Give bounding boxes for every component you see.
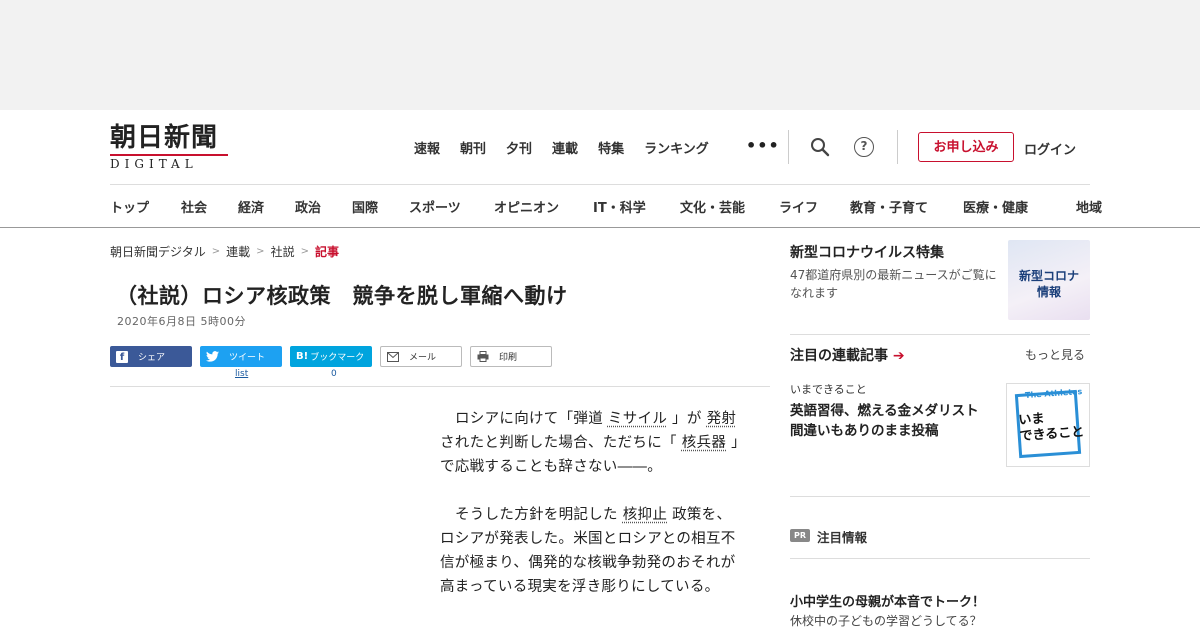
site-logo[interactable]: 朝日新聞 DIGITAL [110,123,242,171]
hatena-bookmark-count[interactable]: 0 [331,369,337,379]
top-nav-ranking[interactable]: ランキング [644,138,709,157]
mail-share-label: メール [409,353,437,363]
mail-share-button[interactable]: メール [380,346,462,367]
keyword-link[interactable]: 発射 [707,411,737,427]
keyword-link[interactable]: 核抑止 [623,507,667,523]
thumbnail-label: いま できること [1018,409,1085,445]
hatena-bookmark-icon: B! [296,351,309,362]
breadcrumb-separator: > [211,246,221,257]
print-label: 印刷 [499,353,518,363]
pr-item-title[interactable]: 小中学生の母親が本音でトーク！ [790,591,985,610]
twitter-icon [206,351,219,362]
category-region[interactable]: 地域 [1076,197,1102,216]
logo-main-text: 朝日新聞 [110,123,219,153]
header-divider-line [110,184,1090,185]
corona-feature-title[interactable]: 新型コロナウイルス特集 [790,242,944,262]
breadcrumb-rensai[interactable]: 連載 [226,243,250,260]
category-nav: トップ 社会 経済 政治 国際 スポーツ オピニオン IT・科学 文化・芸能 ラ… [110,197,1102,216]
series-item-title[interactable]: 英語習得、燃える金メダリスト 間違いもありのまま投稿 [790,401,995,441]
article-text: ロシアに向けて「弾道 [455,411,603,427]
corona-thumbnail-label: 情報 [1036,285,1061,299]
sidebar-divider [790,496,1090,497]
pr-item-desc: 休校中の子どもの学習どうしてる？ [790,614,982,628]
top-nav-choukan[interactable]: 朝刊 [460,138,486,157]
article-paragraph-2: そうした方針を明記した 核抑止 政策を、ロシアが発表した。米国とロシアとの相互不… [440,503,746,599]
featured-series-heading-text: 注目の連載記事 [790,348,888,364]
nav-bottom-line [0,227,1200,228]
category-keizai[interactable]: 経済 [238,197,295,216]
more-series-link[interactable]: もっと見る [1025,346,1085,363]
help-icon[interactable]: ? [854,137,874,157]
top-nav-sokuho[interactable]: 速報 [414,138,440,157]
print-icon [477,351,489,362]
article-text: されたと判断した場合、ただちに「 [440,435,677,451]
category-life[interactable]: ライフ [779,197,850,216]
corona-feature-desc: 47都道府県別の最新ニュースがご覧になれます [790,268,997,300]
featured-series-heading[interactable]: 注目の連載記事 ➔ [790,345,905,365]
sidebar-divider [790,334,1090,335]
category-health[interactable]: 医療・健康 [963,197,1076,216]
category-opinion[interactable]: オピニオン [494,197,593,216]
category-top[interactable]: トップ [110,197,181,216]
category-it-science[interactable]: IT・科学 [593,197,680,216]
print-button[interactable]: 印刷 [470,346,552,367]
header-divider [788,130,789,164]
series-item-tag: いまできること [790,383,867,396]
search-icon[interactable] [810,137,830,157]
article-date: 2020年6月8日 5時00分 [117,315,246,328]
apply-button[interactable]: お申し込み [918,132,1014,162]
breadcrumb-home[interactable]: 朝日新聞デジタル [110,243,206,260]
hatena-bookmark-label: ブックマーク [310,353,365,363]
category-culture[interactable]: 文化・芸能 [680,197,779,216]
breadcrumb-separator: > [256,246,265,257]
keyword-link[interactable]: 核兵器 [682,435,726,451]
mail-icon [387,351,399,362]
twitter-share-label: ツイート [229,353,266,363]
breadcrumb-shasetsu[interactable]: 社説 [271,243,295,260]
hatena-bookmark-button[interactable]: B! ブックマーク [290,346,372,367]
breadcrumb: 朝日新聞デジタル > 連載 > 社説 > 記事 [110,243,339,260]
article-text: 」が [672,411,702,427]
sidebar-divider [790,558,1090,559]
top-nav-yuukan[interactable]: 夕刊 [506,138,532,157]
corona-feature-thumbnail[interactable]: 新型コロナ 情報 [1008,240,1090,320]
keyword-link[interactable]: ミサイル [608,411,667,427]
category-education[interactable]: 教育・子育て [850,197,963,216]
pr-heading: 注目情報 [817,530,868,545]
twitter-share-button[interactable]: ツイート [200,346,282,367]
category-seiji[interactable]: 政治 [295,197,352,216]
login-button[interactable]: ログイン [1024,139,1076,158]
pr-badge: PR [790,529,810,542]
series-item-thumbnail[interactable]: The Athletes いま できること [1006,383,1090,467]
category-shakai[interactable]: 社会 [181,197,238,216]
top-nav-tokushu[interactable]: 特集 [598,138,624,157]
top-nav: 速報 朝刊 夕刊 連載 特集 ランキング [414,138,709,157]
top-nav-rensai[interactable]: 連載 [552,138,578,157]
article-divider-line [110,386,770,387]
more-menu-icon[interactable]: ••• [746,136,780,155]
category-kokusai[interactable]: 国際 [352,197,409,216]
arrow-right-icon: ➔ [892,348,905,364]
twitter-list-link[interactable]: list [235,369,248,379]
article-text: そうした方針を明記した [455,507,618,523]
breadcrumb-current: 記事 [314,245,339,259]
corona-thumbnail-label: 新型コロナ [1018,269,1079,283]
header-divider [897,130,898,164]
breadcrumb-separator: > [300,246,309,257]
advertisement-area [0,0,1200,110]
category-sports[interactable]: スポーツ [409,197,494,216]
logo-sub-text: DIGITAL [110,154,228,171]
facebook-icon: f [116,350,128,363]
facebook-share-button[interactable]: f シェア [110,346,192,367]
article-title: （社説）ロシア核政策 競争を脱し軍縮へ動け [116,284,568,308]
facebook-share-label: シェア [138,353,166,363]
article-paragraph-1: ロシアに向けて「弾道 ミサイル 」が 発射 されたと判断した場合、ただちに「 核… [440,407,746,479]
